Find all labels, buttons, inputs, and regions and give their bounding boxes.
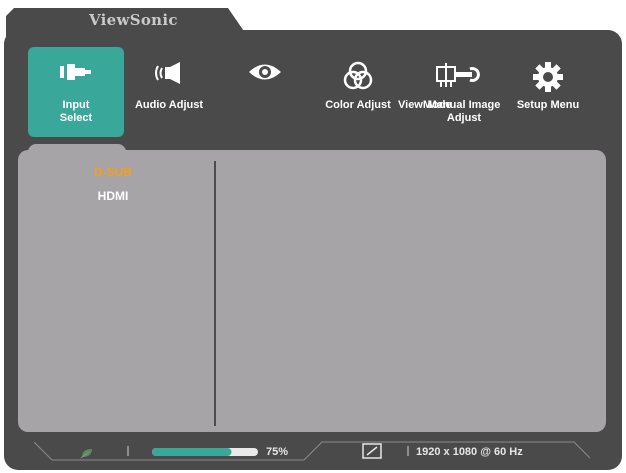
input-source-icon xyxy=(59,61,93,87)
menu-label-input-select: Input Select xyxy=(59,99,93,124)
color-circles-icon xyxy=(341,61,375,95)
menu-audio-adjust[interactable]: Audio Adjust xyxy=(126,47,212,137)
menu-input-select[interactable]: Input Select xyxy=(28,47,124,137)
menu-label-setup-menu: Setup Menu xyxy=(516,99,580,111)
source-option-hdmi[interactable]: HDMI xyxy=(78,189,148,203)
menu-label-color-adjust: Color Adjust xyxy=(325,99,391,111)
resolution-readout: 1920 x 1080 @ 60 Hz xyxy=(416,446,523,458)
menu-label-audio-adjust: Audio Adjust xyxy=(134,99,204,111)
source-option-dsub[interactable]: D-SUB xyxy=(78,165,148,179)
gear-icon xyxy=(532,61,564,97)
speaker-icon xyxy=(150,61,188,89)
brand-logo: ViewSonic xyxy=(89,11,178,29)
menu-manual-image-adjust[interactable]: Manual Image Adjust xyxy=(415,47,505,137)
aspect-ratio-icon xyxy=(362,443,382,464)
menu-label-manual-image-adjust: Manual Image Adjust xyxy=(427,99,501,124)
panel-divider xyxy=(214,161,216,426)
menu-setup-menu[interactable]: Setup Menu xyxy=(510,47,586,137)
menu-color-adjust[interactable]: Color Adjust xyxy=(318,47,398,137)
menu-eye[interactable] xyxy=(230,47,300,137)
brightness-value: 75% xyxy=(266,446,289,458)
eye-icon xyxy=(247,61,283,87)
brightness-bar xyxy=(152,448,258,456)
manual-image-adjust-icon xyxy=(434,61,480,93)
eco-leaf-icon xyxy=(80,446,96,464)
